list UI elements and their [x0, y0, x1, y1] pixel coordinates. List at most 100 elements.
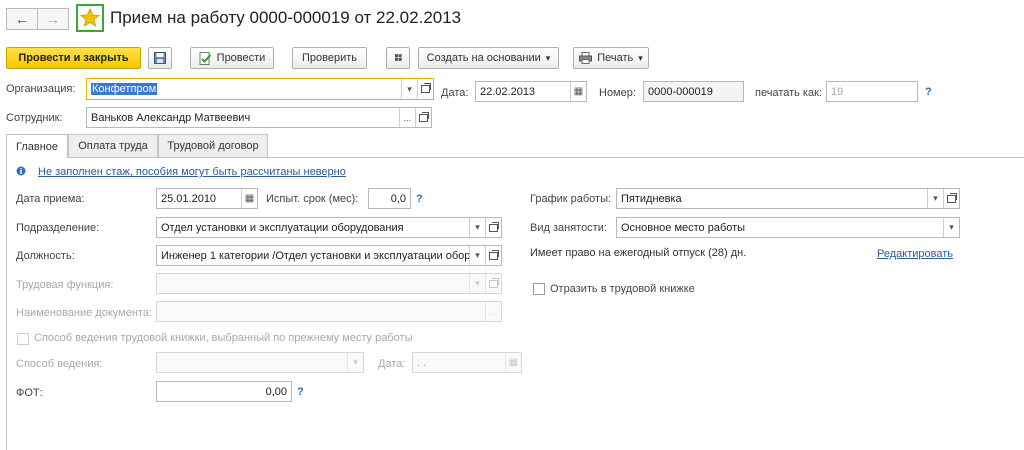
trial-period-label: Испыт. срок (мес):: [266, 193, 359, 205]
attach-button[interactable]: ❖: [386, 47, 410, 69]
previous-workbook-method-checkbox[interactable]: [17, 333, 29, 345]
star-icon: [80, 8, 100, 27]
calendar-icon[interactable]: ▦: [241, 189, 257, 208]
post-button[interactable]: Провести: [190, 47, 274, 69]
previous-workbook-method-label: Способ ведения трудовой книжки, выбранны…: [34, 332, 413, 344]
back-button[interactable]: ←: [6, 8, 38, 30]
post-button-label: Провести: [216, 52, 266, 64]
schedule-field[interactable]: Пятидневка ▾: [616, 188, 960, 209]
reflect-in-workbook-label: Отразить в трудовой книжке: [550, 283, 695, 295]
number-label: Номер:: [599, 87, 636, 99]
document-name-label: Наименование документа:: [16, 307, 153, 319]
date2-value: . .: [417, 356, 427, 369]
tab-main[interactable]: Главное: [6, 134, 68, 158]
employee-value: Ваньков Александр Матвеевич: [91, 111, 251, 124]
floppy-disk-icon: [154, 52, 166, 64]
hire-date-label: Дата приема:: [16, 193, 85, 205]
hire-date-value: 25.01.2010: [161, 192, 217, 205]
date-value: 22.02.2013: [480, 85, 536, 98]
fot-field[interactable]: 0,00: [156, 381, 292, 402]
fot-label: ФОТ:: [16, 387, 43, 399]
number-value: 0000-000019: [648, 85, 713, 98]
date-label: Дата:: [441, 87, 469, 99]
print-button[interactable]: Печать ▾: [573, 47, 649, 69]
position-field[interactable]: Инженер 1 категории /Отдел установки и э…: [156, 245, 502, 266]
create-based-on-button[interactable]: Создать на основании ▾: [418, 47, 559, 69]
print-label: Печать: [597, 52, 634, 64]
employment-type-field[interactable]: Основное место работы ▾: [616, 217, 960, 238]
printer-icon: [579, 52, 593, 64]
chevron-down-icon[interactable]: ▾: [469, 246, 485, 265]
employment-type-value: Основное место работы: [621, 221, 746, 234]
chevron-down-icon: ▾: [545, 52, 551, 63]
method-field[interactable]: ▾: [156, 352, 364, 373]
print-as-field[interactable]: 19: [826, 81, 918, 102]
chevron-down-icon[interactable]: ▾: [347, 353, 363, 372]
employee-label: Сотрудник:: [6, 112, 63, 124]
chevron-down-icon[interactable]: ▾: [469, 274, 485, 293]
page-title: Прием на работу 0000-000019 от 22.02.201…: [110, 8, 462, 27]
open-icon[interactable]: [485, 274, 501, 293]
date-field[interactable]: 22.02.2013 ▦: [475, 81, 587, 102]
tab-payroll[interactable]: Оплата труда: [68, 134, 158, 157]
trial-period-field[interactable]: 0,0: [368, 188, 411, 209]
division-label: Подразделение:: [16, 222, 100, 234]
open-icon[interactable]: [417, 79, 433, 99]
hire-date-field[interactable]: 25.01.2010 ▦: [156, 188, 258, 209]
incomplete-seniority-link[interactable]: Не заполнен стаж, пособия могут быть рас…: [38, 166, 346, 178]
vacation-text: Имеет право на ежегодный отпуск (28) дн.: [530, 247, 747, 259]
help-icon[interactable]: ?: [925, 86, 932, 98]
division-field[interactable]: Отдел установки и эксплуатации оборудова…: [156, 217, 502, 238]
post-document-icon: [199, 51, 211, 65]
arrow-left-icon: ←: [15, 11, 29, 27]
employee-field[interactable]: Ваньков Александр Матвеевич ...: [86, 107, 432, 128]
position-value: Инженер 1 категории /Отдел установки и э…: [161, 249, 469, 262]
chevron-down-icon: ▾: [638, 52, 643, 63]
date2-field[interactable]: . . ▦: [412, 352, 522, 373]
organization-label: Организация:: [6, 83, 76, 95]
schedule-label: График работы:: [530, 193, 612, 205]
labor-function-field[interactable]: ▾: [156, 273, 502, 294]
open-icon[interactable]: [943, 189, 959, 208]
organization-value: Конфетпром: [91, 83, 158, 95]
help-icon[interactable]: ?: [297, 386, 304, 398]
document-name-field[interactable]: ...: [156, 301, 502, 322]
number-field[interactable]: 0000-000019: [643, 81, 744, 102]
method-label: Способ ведения:: [16, 358, 103, 370]
schedule-value: Пятидневка: [621, 192, 682, 205]
chevron-down-icon[interactable]: ▾: [401, 79, 417, 99]
labor-function-label: Трудовая функция:: [16, 279, 114, 291]
calendar-icon[interactable]: ▦: [505, 353, 521, 372]
edit-link[interactable]: Редактировать: [877, 248, 953, 260]
calendar-icon[interactable]: ▦: [570, 82, 586, 101]
tab-labor-contract[interactable]: Трудовой договор: [158, 134, 268, 157]
open-icon[interactable]: [485, 246, 501, 265]
print-as-value: 19: [831, 85, 844, 98]
division-value: Отдел установки и эксплуатации оборудова…: [161, 221, 404, 234]
panel-left-border: [6, 157, 7, 450]
check-button[interactable]: Проверить: [292, 47, 367, 69]
favorite-button[interactable]: [76, 4, 104, 32]
help-icon[interactable]: ?: [416, 193, 423, 205]
open-icon[interactable]: [415, 108, 431, 127]
forward-button[interactable]: →: [37, 8, 69, 30]
arrow-right-icon: →: [46, 11, 60, 27]
chevron-down-icon[interactable]: ▾: [469, 218, 485, 237]
more-icon[interactable]: ...: [399, 108, 415, 127]
more-icon[interactable]: ...: [485, 302, 501, 321]
chevron-down-icon[interactable]: ▾: [927, 189, 943, 208]
employment-type-label: Вид занятости:: [530, 222, 607, 234]
chevron-down-icon[interactable]: ▾: [943, 218, 959, 237]
organization-field[interactable]: Конфетпром ▾: [86, 78, 434, 100]
paperclip-icon: ❖: [388, 48, 408, 68]
open-icon[interactable]: [485, 218, 501, 237]
date2-label: Дата:: [378, 358, 406, 370]
tabs-divider: [6, 157, 1024, 158]
save-button[interactable]: [148, 47, 172, 69]
print-as-label: печатать как:: [755, 87, 822, 99]
trial-period-value: 0,0: [390, 192, 406, 205]
info-icon: [16, 166, 26, 176]
create-based-on-label: Создать на основании: [426, 52, 541, 64]
reflect-in-workbook-checkbox[interactable]: [533, 283, 545, 295]
post-and-close-button[interactable]: Провести и закрыть: [6, 47, 141, 69]
